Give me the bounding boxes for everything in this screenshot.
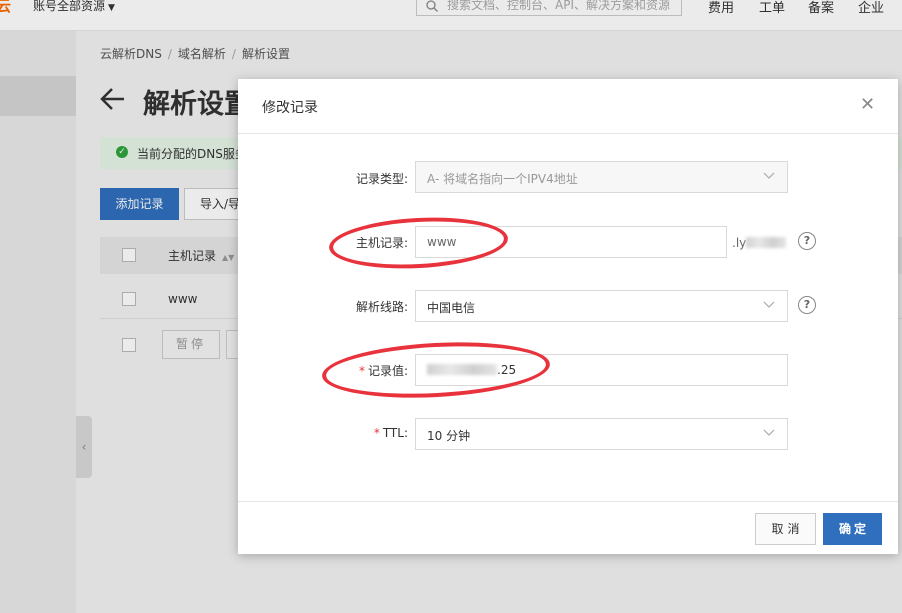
record-type-select[interactable]: A- 将域名指向一个IPV4地址 (415, 161, 788, 193)
resolution-line-label: 解析线路: (355, 300, 408, 314)
help-icon[interactable]: ? (798, 296, 816, 314)
ttl-value: 10 分钟 (427, 429, 471, 443)
divider (238, 133, 898, 134)
footer-divider (238, 501, 898, 502)
resolution-line-value: 中国电信 (427, 301, 476, 315)
resolution-line-select[interactable]: 中国电信 (415, 290, 788, 322)
confirm-button[interactable]: 确定 (823, 513, 882, 545)
chevron-down-icon (763, 429, 775, 436)
chevron-down-icon (763, 172, 775, 179)
edit-record-dialog: 修改记录 ✕ 记录类型: A- 将域名指向一个IPV4地址 主机记录: www … (238, 79, 898, 554)
domain-suffix: .ly (732, 236, 787, 250)
record-type-value: A- 将域名指向一个IPV4地址 (427, 172, 578, 186)
cancel-button[interactable]: 取消 (755, 513, 816, 545)
ttl-label: * TTL: (373, 426, 408, 440)
record-type-label: 记录类型: (355, 172, 408, 186)
help-icon[interactable]: ? (798, 232, 816, 250)
redacted-domain (746, 237, 787, 248)
chevron-down-icon (763, 301, 775, 308)
ttl-select[interactable]: 10 分钟 (415, 418, 788, 450)
dialog-title: 修改记录 (262, 100, 318, 116)
close-icon[interactable]: ✕ (860, 95, 875, 115)
